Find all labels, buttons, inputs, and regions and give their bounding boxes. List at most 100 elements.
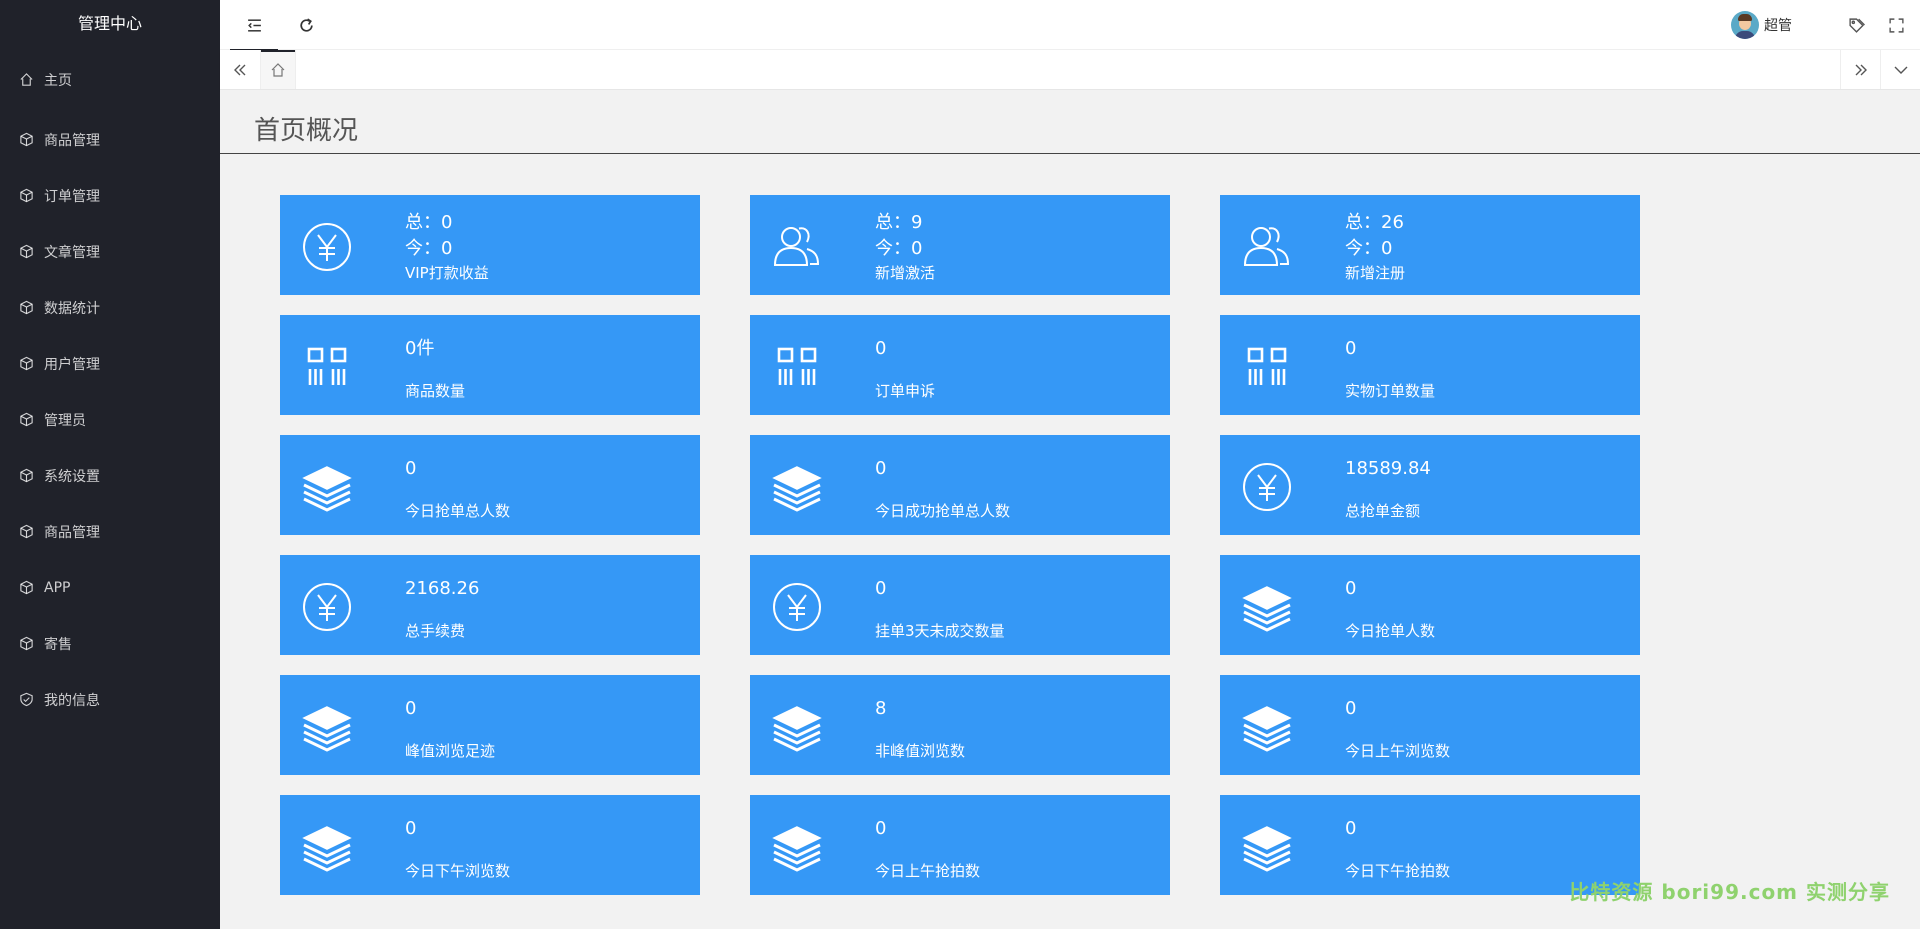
sidebar-item-label: APP [44, 580, 71, 596]
sidebar-menu: 主页 商品管理 订单管理 文章管理 数据统计 用户管理 管理员 系统设置 商品管理 APP 寄售 我的… [0, 48, 220, 728]
sidebar-item-label: 订单管理 [44, 189, 100, 205]
stat-today: 今：0 [1345, 238, 1393, 259]
stat-value: 0 [875, 578, 887, 599]
stat-card[interactable]: 总：26 今：0 新增注册 [1220, 195, 1640, 295]
main-content: 首页概况 总：0 今：0 VIP打款收益 总：9 今：0 新增激活 总：26 今：0 新增注册 0… [220, 90, 1920, 929]
sidebar-item-label: 管理员 [44, 413, 86, 429]
sidebar-item-7[interactable]: 管理员 [0, 392, 220, 448]
stat-card[interactable]: 0 订单申诉 [750, 315, 1170, 415]
stat-total: 总：9 [875, 212, 923, 233]
stat-card[interactable]: 8 非峰值浏览数 [750, 675, 1170, 775]
sidebar-item-11[interactable]: 寄售 [0, 616, 220, 672]
avatar [1731, 11, 1759, 39]
watermark: 比特资源 bori99.com 实测分享 [1569, 880, 1890, 904]
stat-card[interactable]: 0 今日上午浏览数 [1220, 675, 1640, 775]
stat-label: 今日成功抢单总人数 [875, 502, 1011, 520]
stat-total: 总：26 [1345, 212, 1404, 233]
stat-card-text: 0 订单申诉 [875, 330, 935, 404]
stat-card[interactable]: 总：9 今：0 新增激活 [750, 195, 1170, 295]
stat-card[interactable]: 0 今日抢单总人数 [280, 435, 700, 535]
barcode-icon [772, 342, 822, 392]
stat-label: VIP打款收益 [405, 264, 489, 282]
cube-icon [19, 244, 35, 260]
double-chevron-left-icon [234, 64, 246, 75]
sidebar-item-2[interactable]: 商品管理 [0, 112, 220, 168]
sidebar-item-9[interactable]: 商品管理 [0, 504, 220, 560]
stat-card-text: 2168.26 总手续费 [405, 570, 479, 644]
shield-check-icon [19, 692, 35, 708]
user-name: 超管 [1764, 18, 1792, 34]
layers-icon [772, 462, 822, 512]
user-menu[interactable]: 超管 [1731, 0, 1792, 50]
sidebar-item-8[interactable]: 系统设置 [0, 448, 220, 504]
stat-card-text: 0 今日抢单人数 [1345, 570, 1435, 644]
barcode-icon [302, 342, 352, 392]
stat-card[interactable]: 2168.26 总手续费 [280, 555, 700, 655]
top-header: 超管 [220, 0, 1920, 51]
layers-icon [302, 702, 352, 752]
sidebar-item-label: 主页 [44, 73, 72, 89]
stat-card[interactable]: 0 峰值浏览足迹 [280, 675, 700, 775]
layers-icon [302, 462, 352, 512]
refresh-button[interactable] [282, 0, 330, 50]
layers-icon [772, 822, 822, 872]
stat-label: 今日抢单总人数 [405, 502, 511, 520]
stat-card[interactable]: 0 今日下午浏览数 [280, 795, 700, 895]
tabs-dropdown-button[interactable] [1880, 50, 1920, 89]
stat-card-text: 0 今日抢单总人数 [405, 450, 510, 524]
tabs-scroll-right-button[interactable] [1840, 50, 1880, 89]
stat-card-text: 0 今日下午浏览数 [405, 810, 510, 884]
cube-icon [19, 580, 35, 596]
sidebar-item-5[interactable]: 数据统计 [0, 280, 220, 336]
sidebar-item-3[interactable]: 订单管理 [0, 168, 220, 224]
stat-value: 0 [1345, 578, 1357, 599]
stat-card[interactable]: 0 今日抢单人数 [1220, 555, 1640, 655]
stat-value: 2168.26 [405, 578, 480, 599]
stat-label: 今日上午抢拍数 [875, 862, 981, 880]
stat-value: 0 [405, 458, 417, 479]
toggle-sidebar-button[interactable] [230, 0, 278, 51]
app-root: 管理中心 主页 商品管理 订单管理 文章管理 数据统计 用户管理 管理员 系统设置 商品管理 AP… [0, 0, 1920, 929]
stat-label: 商品数量 [405, 382, 466, 400]
stat-label: 新增激活 [875, 264, 936, 282]
stat-card[interactable]: 0 今日上午抢拍数 [750, 795, 1170, 895]
sidebar-item-10[interactable]: APP [0, 560, 220, 616]
users-icon [772, 222, 822, 272]
stat-card[interactable]: 总：0 今：0 VIP打款收益 [280, 195, 700, 295]
sidebar-item-1[interactable]: 主页 [0, 56, 220, 104]
cube-icon [19, 468, 35, 484]
stat-card[interactable]: 18589.84 总抢单金额 [1220, 435, 1640, 535]
stat-card-text: 0 今日上午抢拍数 [875, 810, 980, 884]
stat-card[interactable]: 0件 商品数量 [280, 315, 700, 415]
stat-value: 0 [405, 698, 417, 719]
yen-icon [1242, 462, 1292, 512]
stat-label: 今日下午抢拍数 [1345, 862, 1451, 880]
stat-label: 总手续费 [405, 622, 466, 640]
stat-value: 0 [875, 458, 887, 479]
cube-icon [19, 188, 35, 204]
sidebar-item-6[interactable]: 用户管理 [0, 336, 220, 392]
stat-card-text: 0 今日成功抢单总人数 [875, 450, 1010, 524]
stat-card-text: 8 非峰值浏览数 [875, 690, 965, 764]
stat-label: 今日抢单人数 [1345, 622, 1436, 640]
home-icon [271, 62, 285, 77]
stat-card[interactable]: 0 实物订单数量 [1220, 315, 1640, 415]
yen-icon [302, 222, 352, 272]
sidebar-item-4[interactable]: 文章管理 [0, 224, 220, 280]
stat-label: 今日下午浏览数 [405, 862, 511, 880]
stat-card[interactable]: 0 挂单3天未成交数量 [750, 555, 1170, 655]
tab-home[interactable] [260, 50, 296, 89]
layers-icon [1242, 582, 1292, 632]
stat-label: 订单申诉 [875, 382, 936, 400]
tabs-scroll-left-button[interactable] [220, 50, 260, 89]
chevron-down-icon [1894, 66, 1907, 74]
layers-icon [302, 822, 352, 872]
stat-value: 18589.84 [1345, 458, 1431, 479]
stat-value: 0 [875, 338, 887, 359]
stat-card[interactable]: 0 今日成功抢单总人数 [750, 435, 1170, 535]
stat-card-text: 18589.84 总抢单金额 [1345, 450, 1431, 524]
sidebar-item-12[interactable]: 我的信息 [0, 672, 220, 728]
layers-icon [772, 702, 822, 752]
tabs-bar [220, 50, 1920, 90]
fullscreen-button[interactable] [1872, 0, 1920, 50]
